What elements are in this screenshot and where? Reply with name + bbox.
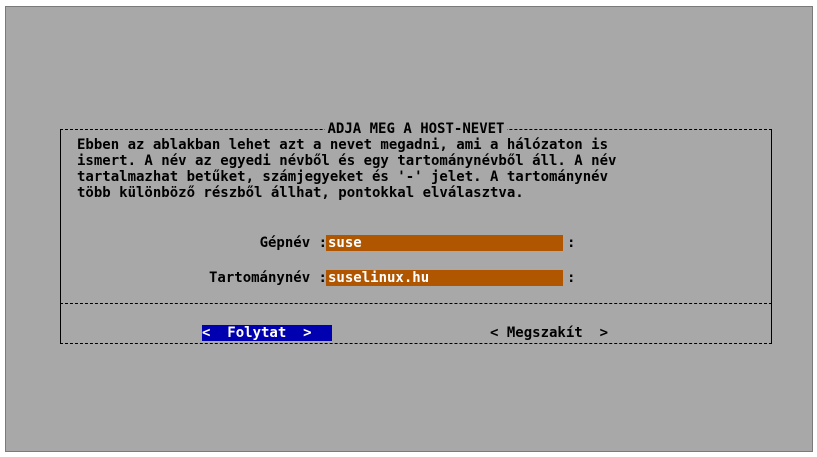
hostname-dialog: ADJA MEG A HOST-NEVET Ebben az ablakban … (60, 121, 772, 345)
dialog-title-row: ADJA MEG A HOST-NEVET (60, 121, 772, 137)
dialog-title: ADJA MEG A HOST-NEVET (325, 121, 507, 137)
domain-label: Tartománynév : (208, 270, 327, 286)
hostname-label: Gépnév : (259, 235, 327, 251)
terminal-screen: ADJA MEG A HOST-NEVET Ebben az ablakban … (5, 6, 813, 452)
cancel-button[interactable]: < Megszakít > (490, 325, 608, 341)
domain-row: Tartománynév : (60, 269, 327, 287)
domain-input[interactable]: suselinux.hu (326, 270, 563, 286)
dialog-description: Ebben az ablakban lehet azt a nevet mega… (77, 137, 617, 201)
dialog-border-bottom (60, 343, 772, 344)
hostname-row: Gépnév : (60, 234, 327, 252)
hostname-input[interactable]: suse (326, 235, 563, 251)
hostname-field-end: : (567, 235, 576, 251)
dialog-border-right (771, 129, 772, 343)
continue-button[interactable]: < Folytat > (202, 325, 332, 341)
dialog-separator (60, 303, 772, 304)
domain-field-end: : (567, 270, 576, 286)
